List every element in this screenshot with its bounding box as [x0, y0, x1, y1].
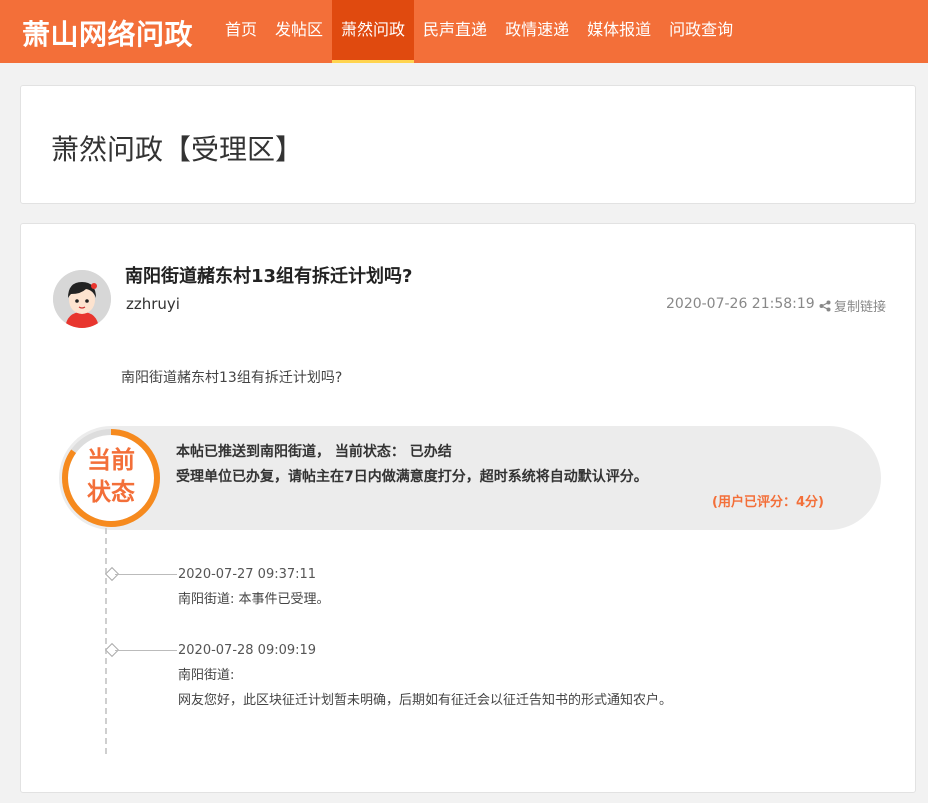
- timeline-connector: [115, 574, 177, 575]
- nav-item-home[interactable]: 首页: [216, 0, 266, 63]
- user-avatar-icon: [53, 270, 111, 328]
- section-header-card: 萧然问政【受理区】: [20, 85, 916, 204]
- status-badge: 当前状态: [87, 446, 135, 506]
- main-nav: 首页 发帖区 萧然问政 民声直递 政情速递 媒体报道 问政查询: [216, 0, 742, 63]
- post-timestamp: 2020-07-26 21:58:19: [666, 296, 815, 312]
- post-card: 南阳街道赭东村13组有拆迁计划吗? zzhruyi 2020-07-26 21:…: [20, 223, 916, 793]
- timeline-entry-text: 南阳街道: 本事件已受理。: [178, 592, 330, 607]
- timeline-entry-text: 南阳街道:: [178, 668, 235, 683]
- timeline-entry-time: 2020-07-27 09:37:11: [178, 567, 317, 582]
- section-title: 萧然问政【受理区】: [51, 133, 304, 166]
- nav-item-minsheng-zhidi[interactable]: 民声直递: [414, 0, 496, 63]
- share-icon: [819, 300, 831, 311]
- status-instruction: 受理单位已办复，请帖主在7日内做满意度打分，超时系统将自动默认评分。: [176, 469, 648, 485]
- timeline-axis: [105, 528, 107, 754]
- status-panel: 当前状态 本帖已推送到南阳街道， 当前状态： 已办结 受理单位已办复，请帖主在7…: [59, 426, 881, 530]
- user-rating: (用户已评分：4分): [712, 495, 824, 510]
- avatar[interactable]: [53, 270, 111, 328]
- post-author[interactable]: zzhruyi: [126, 295, 180, 313]
- nav-item-xiaoran-wenzheng[interactable]: 萧然问政: [332, 0, 415, 63]
- status-message: 本帖已推送到南阳街道， 当前状态： 已办结: [176, 444, 452, 460]
- post-body: 南阳街道赭东村13组有拆迁计划吗?: [121, 370, 343, 386]
- nav-item-media-reports[interactable]: 媒体报道: [578, 0, 660, 63]
- top-navbar: 萧山网络问政 首页 发帖区 萧然问政 民声直递 政情速递 媒体报道 问政查询: [0, 0, 928, 63]
- copy-link-button[interactable]: 复制链接: [819, 296, 886, 315]
- copy-link-label: 复制链接: [834, 300, 887, 315]
- nav-item-inquiry[interactable]: 问政查询: [660, 0, 742, 63]
- timeline-entry-text: 网友您好，此区块征迁计划暂未明确，后期如有征迁会以征迁告知书的形式通知农户。: [178, 693, 673, 708]
- timeline-connector: [115, 650, 177, 651]
- site-logo[interactable]: 萧山网络问政: [22, 13, 193, 53]
- post-title[interactable]: 南阳街道赭东村13组有拆迁计划吗?: [125, 262, 413, 288]
- nav-item-zhengqing-sudi[interactable]: 政情速递: [496, 0, 578, 63]
- nav-item-post-area[interactable]: 发帖区: [266, 0, 332, 63]
- timeline-entry-time: 2020-07-28 09:09:19: [178, 643, 317, 658]
